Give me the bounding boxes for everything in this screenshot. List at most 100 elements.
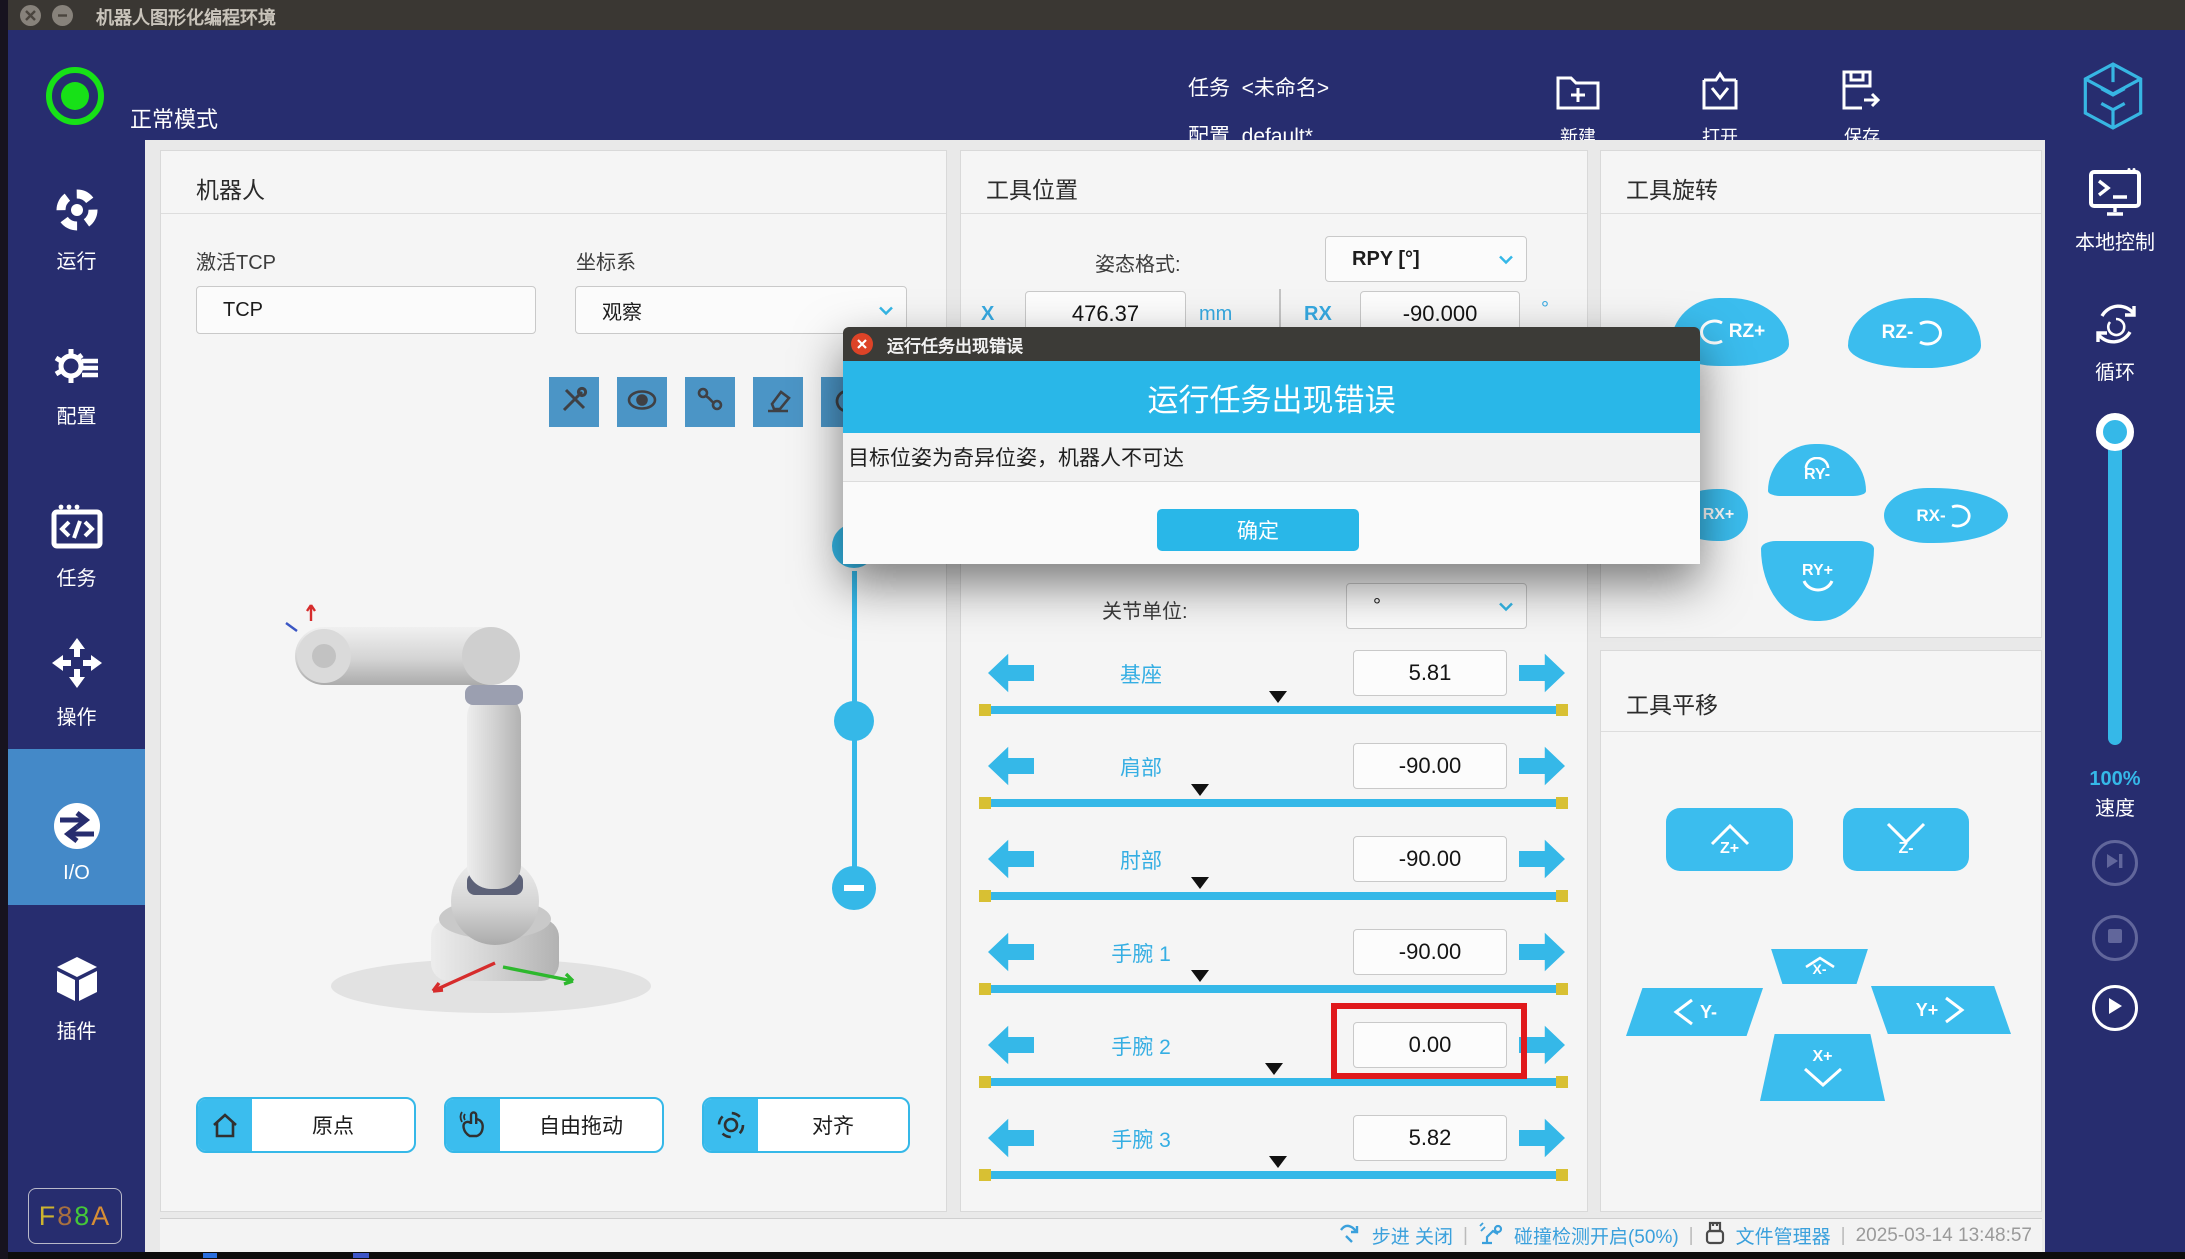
- joint-label[interactable]: 手腕 1: [1071, 938, 1211, 968]
- joint-decrease-button[interactable]: [988, 932, 1034, 972]
- joint-slider[interactable]: [981, 704, 1566, 716]
- step-arrow-icon: [1338, 1222, 1362, 1250]
- joint-value-input[interactable]: 5.81: [1353, 650, 1507, 696]
- slider-end: [1556, 797, 1568, 809]
- sidebar-item-config[interactable]: 配置: [8, 341, 145, 429]
- joint-label[interactable]: 基座: [1071, 659, 1211, 689]
- sidebar-item-io[interactable]: I/O: [8, 801, 145, 885]
- slider-marker[interactable]: [1265, 1063, 1283, 1075]
- loop-button[interactable]: [2090, 298, 2142, 355]
- joint-label[interactable]: 手腕 3: [1071, 1124, 1211, 1154]
- joint-label[interactable]: 手腕 2: [1071, 1031, 1211, 1061]
- joint-slider[interactable]: [981, 890, 1566, 902]
- tcp-input[interactable]: TCP: [196, 286, 536, 334]
- x-plus-button[interactable]: X+: [1756, 1034, 1889, 1101]
- z-plus-button[interactable]: Z+: [1666, 808, 1793, 871]
- joint-increase-button[interactable]: [1519, 1118, 1565, 1158]
- y-minus-button[interactable]: Y-: [1626, 988, 1763, 1036]
- sidebar-item-plugin[interactable]: 插件: [8, 954, 145, 1044]
- rx-minus-button[interactable]: RX-: [1884, 488, 2008, 543]
- close-icon[interactable]: [20, 5, 41, 26]
- zoom-out-button[interactable]: [832, 866, 876, 910]
- joint-decrease-button[interactable]: [988, 1025, 1034, 1065]
- slider-track[interactable]: [981, 706, 1566, 714]
- speed-slider-track[interactable]: [2108, 435, 2122, 745]
- sidebar-item-operate[interactable]: 操作: [8, 636, 145, 730]
- robot-3d-view[interactable]: [281, 601, 681, 1026]
- slider-track[interactable]: [981, 799, 1566, 807]
- os-titlebar: 机器人图形化编程环境: [8, 0, 2185, 30]
- joint-row-elbow: 肘部 -90.00: [961, 833, 1587, 885]
- local-control-button[interactable]: [2087, 168, 2143, 221]
- joint-increase-button[interactable]: [1519, 932, 1565, 972]
- eye-button[interactable]: [617, 377, 667, 427]
- slider-track[interactable]: [981, 1078, 1566, 1086]
- free-drag-button[interactable]: 自由拖动: [444, 1097, 664, 1153]
- rz-plus-label: RZ+: [1729, 321, 1765, 343]
- speed-slider-knob[interactable]: [2096, 413, 2134, 451]
- separator: |: [1841, 1225, 1846, 1247]
- joint-increase-button[interactable]: [1519, 1025, 1565, 1065]
- play-button[interactable]: [2092, 985, 2138, 1031]
- new-button[interactable]: 新建: [1533, 68, 1623, 149]
- rz-minus-button[interactable]: RZ-: [1848, 298, 1981, 368]
- joint-value-input[interactable]: 0.00: [1353, 1022, 1507, 1068]
- joint-increase-button[interactable]: [1519, 746, 1565, 786]
- slider-track[interactable]: [981, 892, 1566, 900]
- step-forward-button[interactable]: [2092, 840, 2138, 886]
- y-plus-button[interactable]: Y+: [1871, 986, 2011, 1034]
- dialog-ok-button[interactable]: 确定: [1157, 509, 1359, 551]
- sidebar-item-run[interactable]: 运行: [8, 186, 145, 274]
- joint-decrease-button[interactable]: [988, 839, 1034, 879]
- slider-marker[interactable]: [1269, 691, 1287, 703]
- slider-marker[interactable]: [1191, 784, 1209, 796]
- slider-track[interactable]: [981, 985, 1566, 993]
- sidebar-item-task[interactable]: 任务: [8, 503, 145, 591]
- joint-slider[interactable]: [981, 1076, 1566, 1088]
- joint-value-input[interactable]: 5.82: [1353, 1115, 1507, 1161]
- joint-value-input[interactable]: -90.00: [1353, 743, 1507, 789]
- zoom-slider-knob[interactable]: [834, 701, 874, 741]
- joint-slider[interactable]: [981, 797, 1566, 809]
- z-plus-label: Z+: [1720, 840, 1739, 858]
- joint-slider[interactable]: [981, 983, 1566, 995]
- stop-button[interactable]: [2092, 915, 2138, 961]
- save-button[interactable]: 保存: [1817, 68, 1907, 149]
- joint-increase-button[interactable]: [1519, 839, 1565, 879]
- ry-minus-button[interactable]: RY-: [1768, 444, 1866, 496]
- joint-value-input[interactable]: -90.00: [1353, 929, 1507, 975]
- collision-status[interactable]: 碰撞检测开启(50%): [1514, 1222, 1679, 1249]
- pose-format-dropdown[interactable]: RPY [°]: [1325, 236, 1527, 282]
- open-button[interactable]: 打开: [1675, 68, 1765, 149]
- joint-label[interactable]: 肩部: [1071, 752, 1211, 782]
- home-icon: [198, 1099, 252, 1151]
- slider-marker[interactable]: [1269, 1156, 1287, 1168]
- slider-marker[interactable]: [1191, 970, 1209, 982]
- local-control-label: 本地控制: [2045, 226, 2185, 255]
- home-button[interactable]: 原点: [196, 1097, 416, 1153]
- tools-wrench-button[interactable]: [549, 377, 599, 427]
- x-minus-button[interactable]: X-: [1768, 949, 1871, 984]
- z-minus-button[interactable]: Z-: [1843, 808, 1969, 871]
- minimize-icon[interactable]: [52, 5, 73, 26]
- joint-unit-dropdown[interactable]: °: [1346, 583, 1527, 629]
- file-manager-link[interactable]: 文件管理器: [1736, 1222, 1831, 1249]
- sidebar-item-label: 配置: [8, 400, 145, 429]
- slider-marker[interactable]: [1191, 877, 1209, 889]
- path-link-button[interactable]: [685, 377, 735, 427]
- operate-move-icon: [50, 677, 104, 694]
- joint-slider[interactable]: [981, 1169, 1566, 1181]
- joint-decrease-button[interactable]: [988, 1118, 1034, 1158]
- joint-decrease-button[interactable]: [988, 653, 1034, 693]
- joint-label[interactable]: 肘部: [1071, 845, 1211, 875]
- joint-decrease-button[interactable]: [988, 746, 1034, 786]
- step-status[interactable]: 步进 关闭: [1372, 1222, 1453, 1249]
- joint-increase-button[interactable]: [1519, 653, 1565, 693]
- slider-track[interactable]: [981, 1171, 1566, 1179]
- joint-value-input[interactable]: -90.00: [1353, 836, 1507, 882]
- ry-plus-button[interactable]: RY+: [1761, 541, 1874, 621]
- dialog-close-icon[interactable]: [851, 333, 873, 355]
- align-button[interactable]: 对齐: [702, 1097, 910, 1153]
- eraser-button[interactable]: [753, 377, 803, 427]
- task-code-icon: [51, 538, 103, 555]
